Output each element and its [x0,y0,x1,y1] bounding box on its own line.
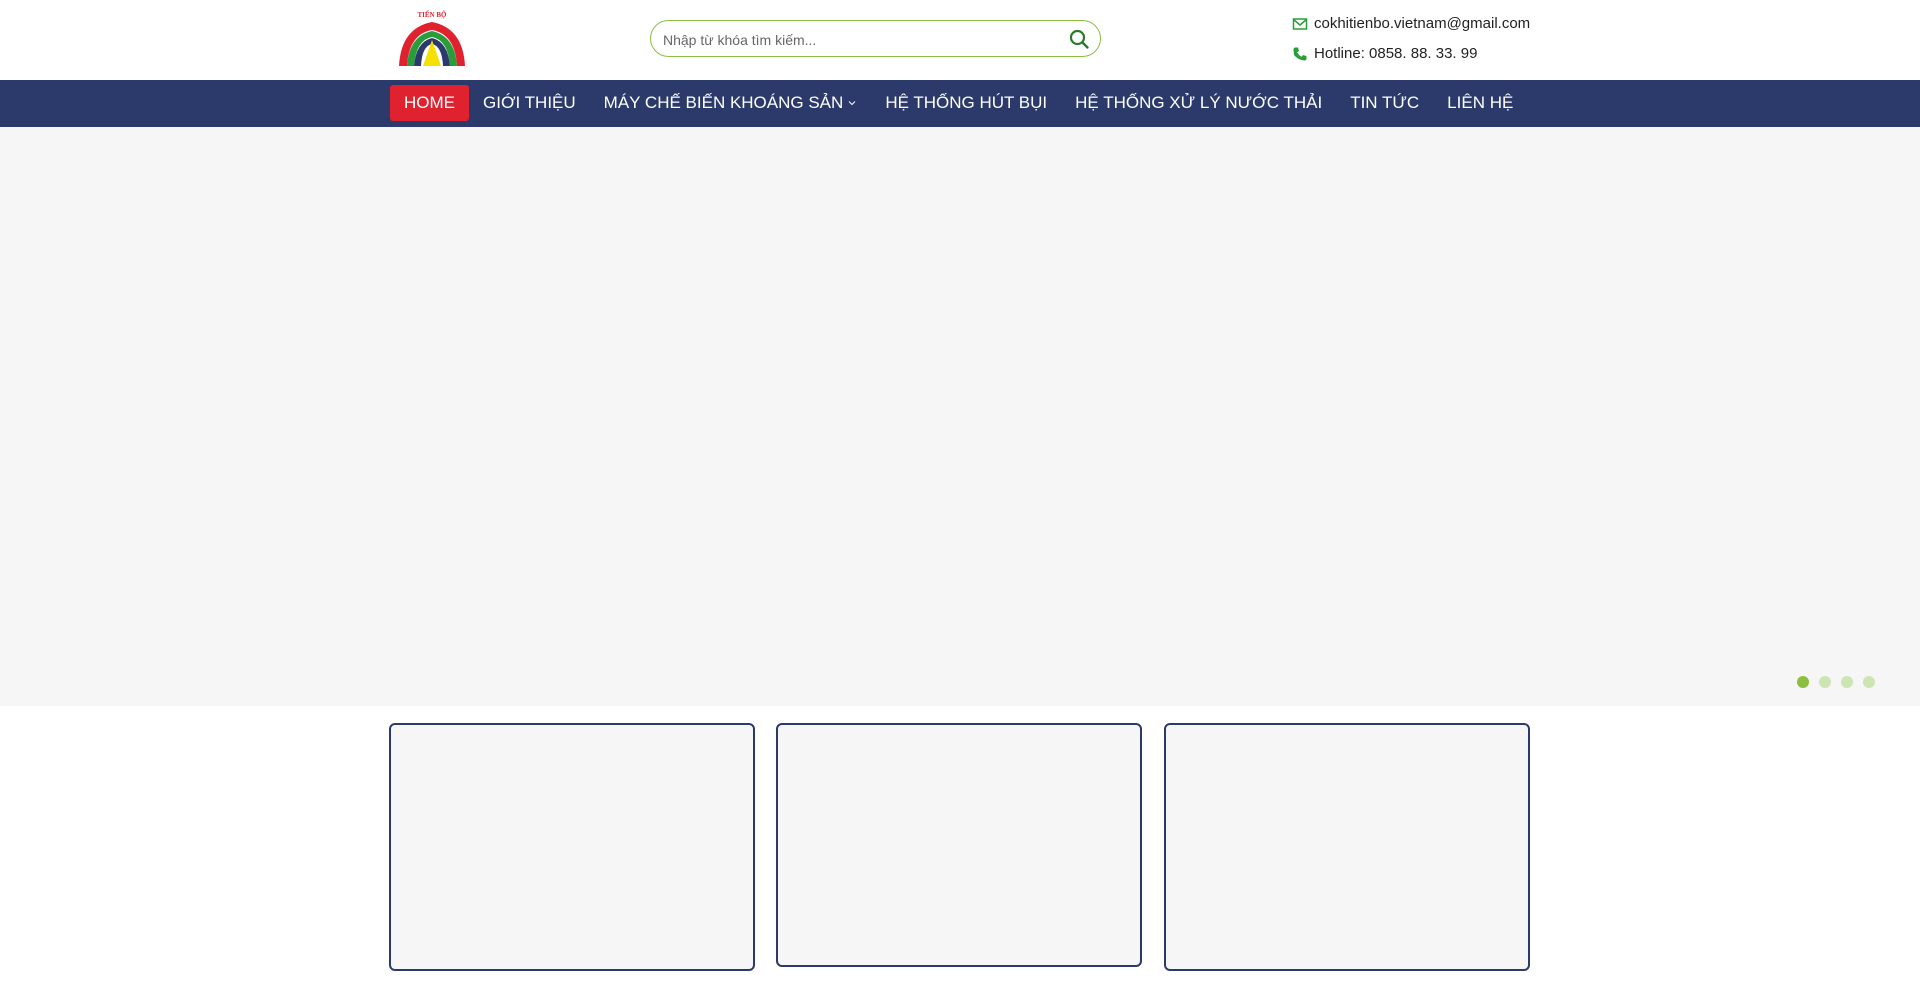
slider-dot-1[interactable] [1797,676,1809,688]
hero-slider [0,127,1920,706]
feature-card-3[interactable] [1164,723,1530,971]
envelope-icon [1292,17,1308,30]
chevron-down-icon [848,101,856,106]
phone-icon [1293,47,1307,60]
site-header: TIẾN BỘ cokhitienbo.vietnam@gmail.com Ho… [0,0,1920,80]
slider-dot-2[interactable] [1819,676,1831,688]
search-input[interactable] [661,21,1065,58]
slider-dots [1797,676,1875,688]
slider-dot-4[interactable] [1863,676,1875,688]
logo-text: TIẾN BỘ [418,11,448,19]
site-logo[interactable]: TIẾN BỘ [395,10,469,68]
nav-item-about[interactable]: GIỚI THIỆU [469,85,590,121]
nav-item-dust-system[interactable]: HỆ THỐNG HÚT BỤI [871,85,1061,121]
main-nav: HOME GIỚI THIỆU MÁY CHẾ BIẾN KHOÁNG SẢN … [0,80,1920,127]
feature-card-1[interactable] [389,723,755,971]
nav-item-wastewater-system[interactable]: HỆ THỐNG XỬ LÝ NƯỚC THẢI [1061,85,1336,121]
feature-card-2[interactable] [776,723,1142,967]
nav-item-home[interactable]: HOME [390,85,469,121]
email-text[interactable]: cokhitienbo.vietnam@gmail.com [1314,15,1530,32]
nav-item-mineral-processing[interactable]: MÁY CHẾ BIẾN KHOÁNG SẢN [590,85,872,121]
contact-email: cokhitienbo.vietnam@gmail.com [1292,15,1530,32]
nav-item-news[interactable]: TIN TỨC [1336,85,1433,121]
search-box [650,20,1101,58]
contact-phone: Hotline: 0858. 88. 33. 99 [1292,45,1477,62]
slider-dot-3[interactable] [1841,676,1853,688]
hotline-text[interactable]: Hotline: 0858. 88. 33. 99 [1314,45,1477,62]
nav-item-contact[interactable]: LIÊN HỆ [1433,85,1527,121]
search-icon[interactable] [1068,28,1090,50]
